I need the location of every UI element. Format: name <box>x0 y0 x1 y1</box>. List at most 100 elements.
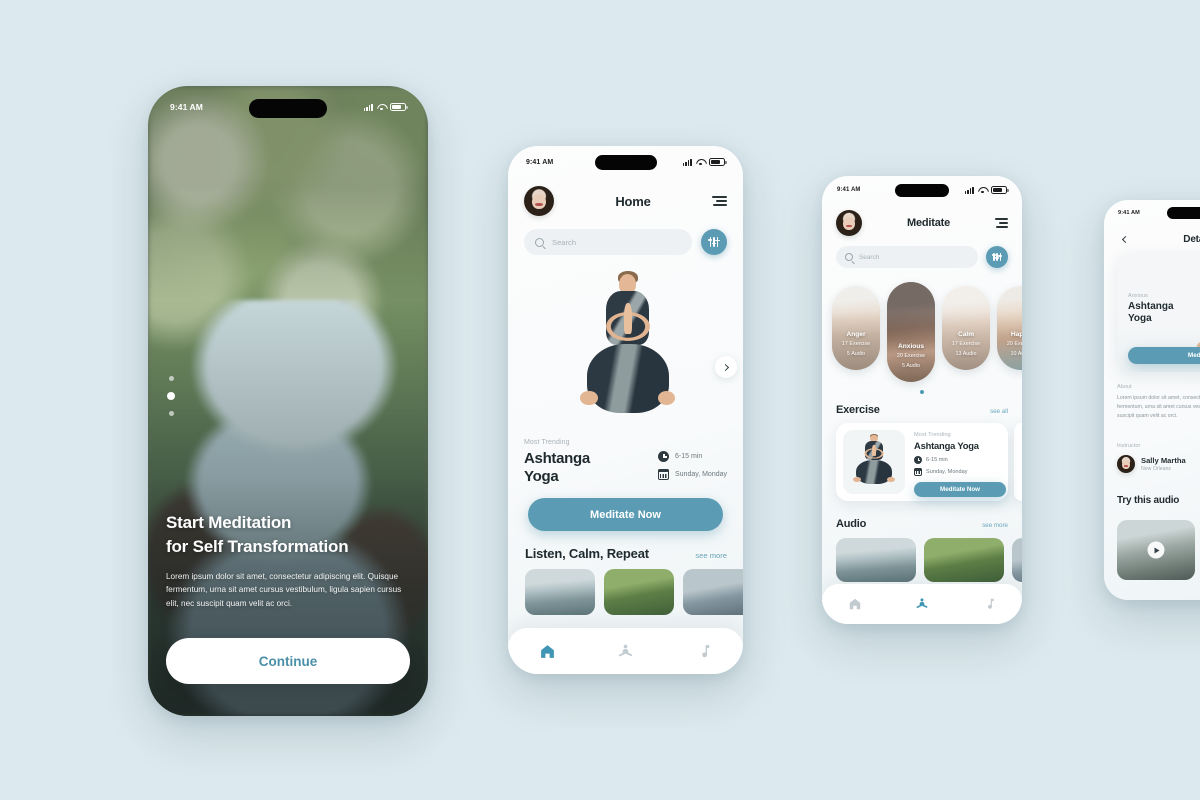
audio-see-more-link[interactable]: see more <box>982 522 1008 529</box>
tab-meditate[interactable] <box>911 593 933 615</box>
back-button[interactable] <box>1117 232 1131 246</box>
audio-thumbnail[interactable] <box>683 569 743 615</box>
days-text: Sunday, Monday <box>926 469 968 475</box>
yoga-pose-illustration <box>850 433 897 490</box>
detail-hero-card: Anxious Ashtanga Yoga Meditate Now <box>1117 252 1200 372</box>
meditate-now-button[interactable]: Meditate Now <box>914 482 1006 497</box>
days-row: Sunday, Monday <box>657 468 727 480</box>
audio-thumbnail[interactable] <box>525 569 595 615</box>
photo-overlay-gradient <box>148 86 428 716</box>
audio-see-more-link[interactable]: see more <box>695 551 727 560</box>
audio-section-title: Audio <box>836 518 867 530</box>
featured-kicker: Most Trending <box>524 439 570 446</box>
mood-name: Anger <box>846 330 866 338</box>
try-audio-section: Try this audio <box>1117 495 1200 506</box>
status-indicators <box>363 103 408 111</box>
pager-dot-3[interactable] <box>168 411 174 416</box>
phone-meditate: 9:41 AM Meditate Search Anger 17 Exercis… <box>822 176 1022 624</box>
detail-title-line2: Yoga <box>1128 312 1152 324</box>
days-row: Sunday, Monday <box>913 467 1006 476</box>
status-indicators <box>964 186 1009 194</box>
audio-thumbnail[interactable] <box>604 569 674 615</box>
app-bar: Meditate <box>822 210 1022 236</box>
audio-thumbnail[interactable] <box>1012 538 1022 582</box>
mood-exercise-count: 17 Exercise <box>841 340 871 347</box>
mood-pager-dot[interactable] <box>920 390 924 394</box>
exercise-card-peek[interactable] <box>1014 423 1022 501</box>
mood-caption: Happy 20 Exercise 10 Audio <box>997 331 1022 358</box>
profile-avatar[interactable] <box>836 210 862 236</box>
tab-music[interactable] <box>691 638 717 664</box>
mood-audio-count: 5 Audio <box>847 350 865 357</box>
music-note-icon <box>702 644 710 657</box>
menu-icon[interactable] <box>712 195 727 207</box>
dynamic-island <box>1167 207 1200 219</box>
onboarding-pager[interactable] <box>167 376 175 416</box>
pager-dot-1[interactable] <box>168 376 174 381</box>
instructor-text: Sally Martha New Orleans <box>1141 456 1186 472</box>
audio-thumbnail[interactable] <box>836 538 916 582</box>
exercise-card[interactable]: Most Trending Ashtanga Yoga 6-15 min Sun… <box>836 423 1008 501</box>
mood-card-row: Anger 17 Exercise 5 Audio Anxious 20 Exe… <box>832 282 1022 382</box>
battery-icon <box>709 158 727 166</box>
mood-card-calm[interactable]: Calm 17 Exercise 13 Audio <box>942 286 990 370</box>
audio-thumbnail[interactable] <box>1117 520 1195 580</box>
carousel-next-button[interactable] <box>715 356 737 378</box>
mood-card-anxious[interactable]: Anxious 20 Exercise 5 Audio <box>887 282 935 382</box>
filter-button[interactable] <box>701 229 727 255</box>
exercise-title: Ashtanga Yoga <box>914 440 979 451</box>
clock-icon <box>657 451 669 462</box>
detail-screen: 9:41 AM Details <box>1104 200 1200 600</box>
featured-hero-image <box>508 264 743 436</box>
profile-avatar[interactable] <box>524 186 554 216</box>
home-icon <box>850 598 861 610</box>
filter-icon <box>707 237 720 247</box>
continue-button[interactable]: Continue <box>166 638 410 684</box>
bottom-tab-bar <box>822 584 1022 624</box>
meditate-now-button[interactable]: Meditate Now <box>1128 347 1200 364</box>
calendar-icon <box>657 468 670 480</box>
mood-audio-count: 10 Audio <box>1010 350 1023 357</box>
menu-icon[interactable] <box>995 217 1008 229</box>
instructor-section: Instructor Sally Martha New Orleans <box>1117 443 1200 473</box>
wifi-icon <box>978 187 987 194</box>
status-time: 9:41 AM <box>170 102 203 112</box>
dynamic-island <box>594 155 657 170</box>
play-button[interactable] <box>1147 541 1165 559</box>
phone-onboarding: 9:41 AM Start Meditation for Self Transf… <box>148 86 428 716</box>
onboarding-copy: Start Meditation for Self Transformation… <box>166 511 410 610</box>
audio-thumbnail-row <box>836 538 1022 582</box>
instructor-avatar <box>1117 455 1135 473</box>
instructor-row[interactable]: Sally Martha New Orleans <box>1117 455 1200 473</box>
tab-music[interactable] <box>978 593 1000 615</box>
pager-dot-2-active[interactable] <box>167 392 175 400</box>
tab-home[interactable] <box>534 638 560 664</box>
tab-meditate[interactable] <box>612 638 638 664</box>
audio-thumbnail[interactable] <box>924 538 1004 582</box>
search-input[interactable]: Search <box>836 246 978 268</box>
app-bar: Home <box>508 186 743 216</box>
battery-icon <box>390 103 408 111</box>
onboarding-title: Start Meditation for Self Transformation <box>166 511 410 559</box>
meditate-now-button[interactable]: Meditate Now <box>528 498 723 531</box>
exercise-kicker: Most Trending <box>914 432 951 438</box>
featured-title-line1: Ashtanga <box>524 450 590 467</box>
search-row: Search <box>836 246 1008 268</box>
about-label: About <box>1117 384 1132 390</box>
filter-button[interactable] <box>986 246 1008 268</box>
featured-names: Most Trending Ashtanga Yoga <box>524 439 590 487</box>
exercise-see-all-link[interactable]: see all <box>990 408 1008 415</box>
page-title: Details <box>1183 233 1200 245</box>
search-input[interactable]: Search <box>524 229 692 255</box>
mood-exercise-count: 17 Exercise <box>951 340 981 347</box>
search-placeholder: Search <box>552 237 577 247</box>
mood-name: Anxious <box>897 342 924 350</box>
wifi-icon <box>696 159 705 166</box>
mood-card-happy[interactable]: Happy 20 Exercise 10 Audio <box>997 286 1022 370</box>
mood-card-anger[interactable]: Anger 17 Exercise 5 Audio <box>832 286 880 370</box>
onboarding-title-line1: Start Meditation <box>166 512 292 532</box>
calendar-icon <box>913 467 923 476</box>
search-icon <box>535 237 544 247</box>
tab-home[interactable] <box>844 593 866 615</box>
instructor-name: Sally Martha <box>1141 456 1186 465</box>
